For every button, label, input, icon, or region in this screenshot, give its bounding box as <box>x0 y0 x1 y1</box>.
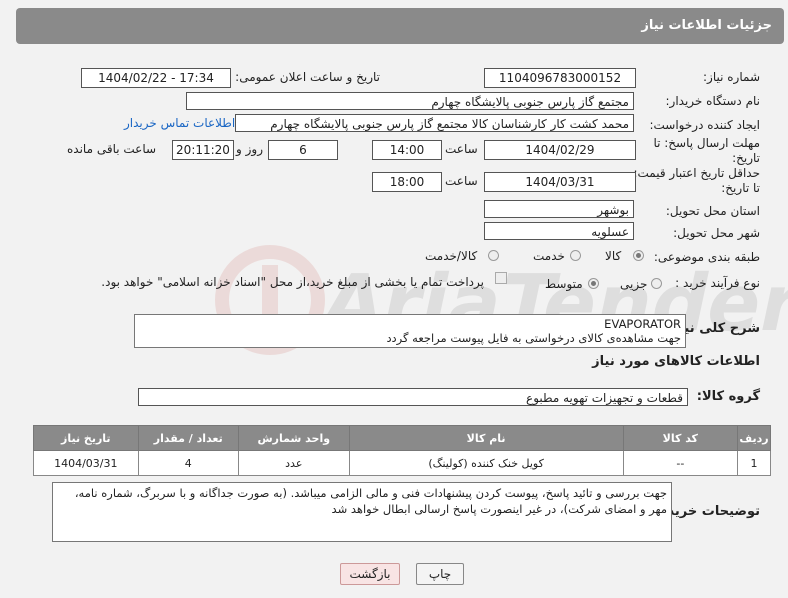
goods-group-label: گروه کالا: <box>696 389 760 404</box>
print-button[interactable]: چاپ <box>416 563 464 585</box>
goods-group-field: قطعات و تجهیزات تهویه مطبوع <box>138 388 688 406</box>
category-option-both: کالا/خدمت <box>425 249 478 263</box>
category-radio-goods[interactable] <box>633 250 644 261</box>
reply-deadline-label: مهلت ارسال پاسخ: تا تاریخ: <box>653 136 760 165</box>
cell-qty: 4 <box>137 450 240 476</box>
reply-time-label: ساعت <box>445 142 478 156</box>
col-date: تاریخ نیاز <box>33 425 139 451</box>
header-bar: جزئیات اطلاعات نیاز <box>16 8 784 44</box>
province-label: استان محل تحویل: <box>665 204 760 218</box>
days-label: روز و <box>236 142 263 156</box>
col-code: کد کالا <box>622 425 739 451</box>
price-validity-label: حداقل تاریخ اعتبار قیمت: تا تاریخ: <box>633 166 760 195</box>
province-field: بوشهر <box>484 200 634 218</box>
treasury-checkbox[interactable] <box>495 272 507 284</box>
purchase-radio-minor[interactable] <box>651 278 662 289</box>
reply-time-field: 14:00 <box>372 140 442 160</box>
category-label: طبقه بندی موضوعی: <box>653 250 760 264</box>
cell-row: 1 <box>737 450 771 476</box>
buyer-org-label: نام دستگاه خریدار: <box>665 94 761 108</box>
cell-code: -- <box>622 450 739 476</box>
goods-info-title: اطلاعات کالاهای مورد نیاز <box>592 354 760 369</box>
cell-date: 1404/03/31 <box>33 450 139 476</box>
purchase-option-minor: جزیی <box>620 277 648 291</box>
announce-date-label: تاریخ و ساعت اعلان عمومی: <box>235 70 380 84</box>
need-number-field: 1104096783000152 <box>484 68 636 88</box>
payment-note: پرداخت تمام یا بخشی از مبلغ خرید،از محل … <box>101 275 484 289</box>
buyer-notes-textarea[interactable]: جهت بررسی و تائید پاسخ، پیوست کردن پیشنه… <box>52 482 672 542</box>
cell-unit: عدد <box>238 450 350 476</box>
col-qty: تعداد / مقدار <box>137 425 240 451</box>
category-option-goods: کالا <box>605 249 622 263</box>
city-label: شهر محل تحویل: <box>673 226 760 240</box>
requester-label: ایجاد کننده درخواست: <box>649 118 760 132</box>
watermark-logo: AriaTender <box>215 245 788 355</box>
col-unit: واحد شمارش <box>238 425 350 451</box>
remaining-time-label: ساعت باقی مانده <box>67 142 157 156</box>
need-number-label: شماره نیاز: <box>703 70 760 84</box>
requester-field: محمد کشت کار کارشناسان کالا مجتمع گاز پا… <box>235 114 634 132</box>
description-line-1: EVAPORATOR <box>604 317 681 331</box>
purchase-option-medium: متوسط <box>545 277 583 291</box>
table-row: 1 -- کویل خنک کننده (کولینگ) عدد 4 1404/… <box>33 450 771 476</box>
buyer-org-field: مجتمع گاز پارس جنوبی پالایشگاه چهارم <box>186 92 634 110</box>
remaining-time-field: 20:11:20 <box>172 140 234 160</box>
validity-time-field: 18:00 <box>372 172 442 192</box>
buyer-contact-link[interactable]: اطلاعات تماس خریدار <box>124 116 235 130</box>
validity-time-label: ساعت <box>445 174 478 188</box>
goods-table: ردیف کد کالا نام کالا واحد شمارش تعداد /… <box>33 425 771 476</box>
purchase-type-label: نوع فرآیند خرید : <box>675 276 760 290</box>
description-textarea[interactable]: EVAPORATOR جهت مشاهده‌ی کالای درخواستی ب… <box>134 314 686 348</box>
purchase-radio-medium[interactable] <box>588 278 599 289</box>
validity-date-field: 1404/03/31 <box>484 172 636 192</box>
city-field: عسلویه <box>484 222 634 240</box>
announce-date-field: 1404/02/22 - 17:34 <box>81 68 231 88</box>
cell-name: کویل خنک کننده (کولینگ) <box>348 450 624 476</box>
col-name: نام کالا <box>348 425 624 451</box>
back-button[interactable]: بازگشت <box>340 563 400 585</box>
category-option-service: خدمت <box>533 249 565 263</box>
description-line-2: جهت مشاهده‌ی کالای درخواستی به فایل پیوس… <box>386 331 681 345</box>
page-title: جزئیات اطلاعات نیاز <box>641 18 772 33</box>
col-row: ردیف <box>737 425 771 451</box>
days-field: 6 <box>268 140 338 160</box>
category-radio-both[interactable] <box>488 250 499 261</box>
category-radio-service[interactable] <box>570 250 581 261</box>
reply-date-field: 1404/02/29 <box>484 140 636 160</box>
